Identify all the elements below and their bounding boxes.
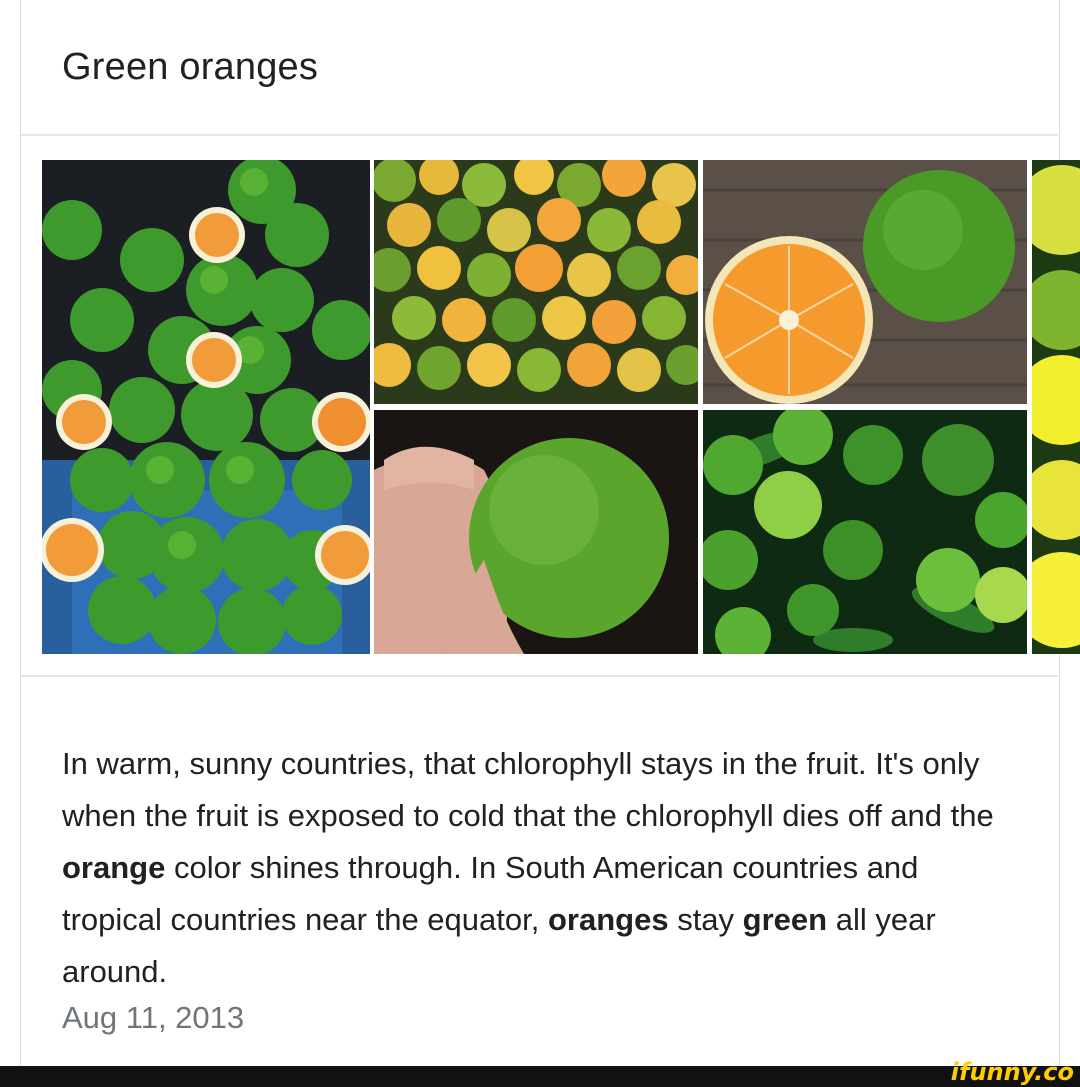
gallery-image-1[interactable] <box>42 160 370 654</box>
snippet-bold-green: green <box>742 902 828 937</box>
gallery-image-3[interactable] <box>703 160 1027 404</box>
footer-bar <box>0 1066 1080 1087</box>
snippet-bold-orange: orange <box>62 850 166 885</box>
gallery-image-5[interactable] <box>703 410 1027 654</box>
snippet-bold-oranges: oranges <box>547 902 669 937</box>
snippet-part-3: stay <box>668 902 743 937</box>
snippet-part-1: In warm, sunny countries, that chlorophy… <box>62 746 994 833</box>
ifunny-watermark: ifunny.co <box>950 1058 1074 1086</box>
gallery-image-2[interactable] <box>374 160 698 404</box>
gallery-image-6[interactable] <box>1032 160 1080 654</box>
snippet-text: In warm, sunny countries, that chlorophy… <box>62 738 1022 998</box>
card-title[interactable]: Green oranges <box>62 46 318 89</box>
divider-bottom <box>21 675 1058 677</box>
snippet-date: Aug 11, 2013 <box>62 1000 245 1035</box>
gallery-image-4[interactable] <box>374 410 698 654</box>
divider-top <box>21 134 1058 136</box>
